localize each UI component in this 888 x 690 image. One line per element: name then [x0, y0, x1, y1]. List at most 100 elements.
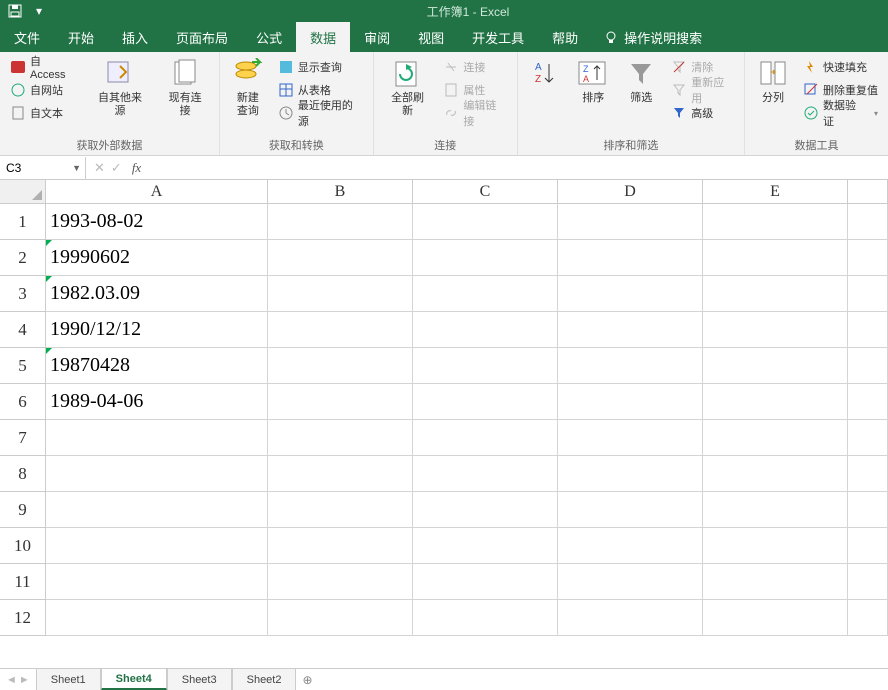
row-header[interactable]: 12	[0, 600, 46, 636]
cell-B10[interactable]	[268, 528, 413, 564]
cell-C6[interactable]	[413, 384, 558, 420]
cell-D7[interactable]	[558, 420, 703, 456]
cell-F4[interactable]	[848, 312, 888, 348]
cell-B6[interactable]	[268, 384, 413, 420]
cell-B7[interactable]	[268, 420, 413, 456]
tab-help[interactable]: 帮助	[538, 22, 592, 52]
cell-A1[interactable]: 1993-08-02	[46, 204, 268, 240]
name-box[interactable]: C3 ▼	[0, 157, 86, 179]
sheet-tab-Sheet1[interactable]: Sheet1	[36, 668, 101, 690]
sheet-tab-Sheet3[interactable]: Sheet3	[167, 668, 232, 690]
col-header-C[interactable]: C	[413, 180, 558, 203]
cell-E7[interactable]	[703, 420, 848, 456]
tab-review[interactable]: 审阅	[350, 22, 404, 52]
cell-A12[interactable]	[46, 600, 268, 636]
cell-E1[interactable]	[703, 204, 848, 240]
formula-input[interactable]	[149, 157, 888, 179]
col-header-A[interactable]: A	[46, 180, 268, 203]
text-to-columns-button[interactable]: 分列	[751, 56, 795, 135]
cell-B1[interactable]	[268, 204, 413, 240]
row-header[interactable]: 7	[0, 420, 46, 456]
row-header[interactable]: 1	[0, 204, 46, 240]
cell-F5[interactable]	[848, 348, 888, 384]
tab-formulas[interactable]: 公式	[242, 22, 296, 52]
cell-D2[interactable]	[558, 240, 703, 276]
connections-button[interactable]: 连接	[439, 56, 510, 78]
advanced-filter-button[interactable]: 高级	[667, 102, 738, 124]
cell-F6[interactable]	[848, 384, 888, 420]
cell-F12[interactable]	[848, 600, 888, 636]
sheet-tab-Sheet2[interactable]: Sheet2	[232, 668, 297, 690]
cell-C2[interactable]	[413, 240, 558, 276]
cell-F8[interactable]	[848, 456, 888, 492]
cell-F7[interactable]	[848, 420, 888, 456]
cell-C1[interactable]	[413, 204, 558, 240]
cell-A8[interactable]	[46, 456, 268, 492]
col-header-D[interactable]: D	[558, 180, 703, 203]
sheet-tab-Sheet4[interactable]: Sheet4	[101, 668, 167, 690]
save-icon[interactable]	[6, 2, 24, 20]
cell-A5[interactable]: 19870428	[46, 348, 268, 384]
cell-D1[interactable]	[558, 204, 703, 240]
cell-E2[interactable]	[703, 240, 848, 276]
from-text-button[interactable]: 自文本	[6, 102, 83, 124]
from-access-button[interactable]: 自 Access	[6, 56, 83, 78]
cell-E11[interactable]	[703, 564, 848, 600]
cell-C5[interactable]	[413, 348, 558, 384]
row-header[interactable]: 5	[0, 348, 46, 384]
col-header-partial[interactable]	[848, 180, 888, 203]
tab-home[interactable]: 开始	[54, 22, 108, 52]
row-header[interactable]: 10	[0, 528, 46, 564]
cell-C9[interactable]	[413, 492, 558, 528]
cell-B3[interactable]	[268, 276, 413, 312]
cell-A6[interactable]: 1989-04-06	[46, 384, 268, 420]
cell-E3[interactable]	[703, 276, 848, 312]
row-header[interactable]: 9	[0, 492, 46, 528]
customize-qat-icon[interactable]: ▾	[30, 2, 48, 20]
cell-E8[interactable]	[703, 456, 848, 492]
new-query-button[interactable]: 新建 查询	[226, 56, 270, 135]
select-all-corner[interactable]	[0, 180, 46, 203]
nav-next-icon[interactable]: ►	[19, 674, 30, 686]
cell-D4[interactable]	[558, 312, 703, 348]
cell-D3[interactable]	[558, 276, 703, 312]
cell-B12[interactable]	[268, 600, 413, 636]
cell-D9[interactable]	[558, 492, 703, 528]
cell-A11[interactable]	[46, 564, 268, 600]
refresh-all-button[interactable]: 全部刷新	[380, 56, 436, 135]
cell-C12[interactable]	[413, 600, 558, 636]
cell-F9[interactable]	[848, 492, 888, 528]
cell-F11[interactable]	[848, 564, 888, 600]
recent-sources-button[interactable]: 最近使用的源	[274, 102, 367, 124]
cell-A9[interactable]	[46, 492, 268, 528]
tab-file[interactable]: 文件	[0, 22, 54, 52]
col-header-E[interactable]: E	[703, 180, 848, 203]
cell-F10[interactable]	[848, 528, 888, 564]
row-header[interactable]: 3	[0, 276, 46, 312]
cell-D8[interactable]	[558, 456, 703, 492]
cell-F2[interactable]	[848, 240, 888, 276]
row-header[interactable]: 11	[0, 564, 46, 600]
row-header[interactable]: 2	[0, 240, 46, 276]
cell-D6[interactable]	[558, 384, 703, 420]
cell-E9[interactable]	[703, 492, 848, 528]
cell-F3[interactable]	[848, 276, 888, 312]
from-web-button[interactable]: 自网站	[6, 79, 83, 101]
from-other-sources-button[interactable]: 自其他来源	[87, 56, 153, 135]
cell-C7[interactable]	[413, 420, 558, 456]
cell-A7[interactable]	[46, 420, 268, 456]
filter-button[interactable]: 筛选	[619, 56, 663, 135]
col-header-B[interactable]: B	[268, 180, 413, 203]
data-validation-button[interactable]: 数据验证▾	[799, 102, 882, 124]
tell-me[interactable]: 操作说明搜索	[604, 28, 702, 47]
add-sheet-button[interactable]: ⊕	[296, 673, 318, 687]
flash-fill-button[interactable]: 快速填充	[799, 56, 882, 78]
cell-D12[interactable]	[558, 600, 703, 636]
row-header[interactable]: 4	[0, 312, 46, 348]
cell-A2[interactable]: 19990602	[46, 240, 268, 276]
cell-E5[interactable]	[703, 348, 848, 384]
tab-layout[interactable]: 页面布局	[162, 22, 242, 52]
cell-B5[interactable]	[268, 348, 413, 384]
sort-az-button[interactable]: AZ	[524, 56, 567, 135]
cell-A10[interactable]	[46, 528, 268, 564]
